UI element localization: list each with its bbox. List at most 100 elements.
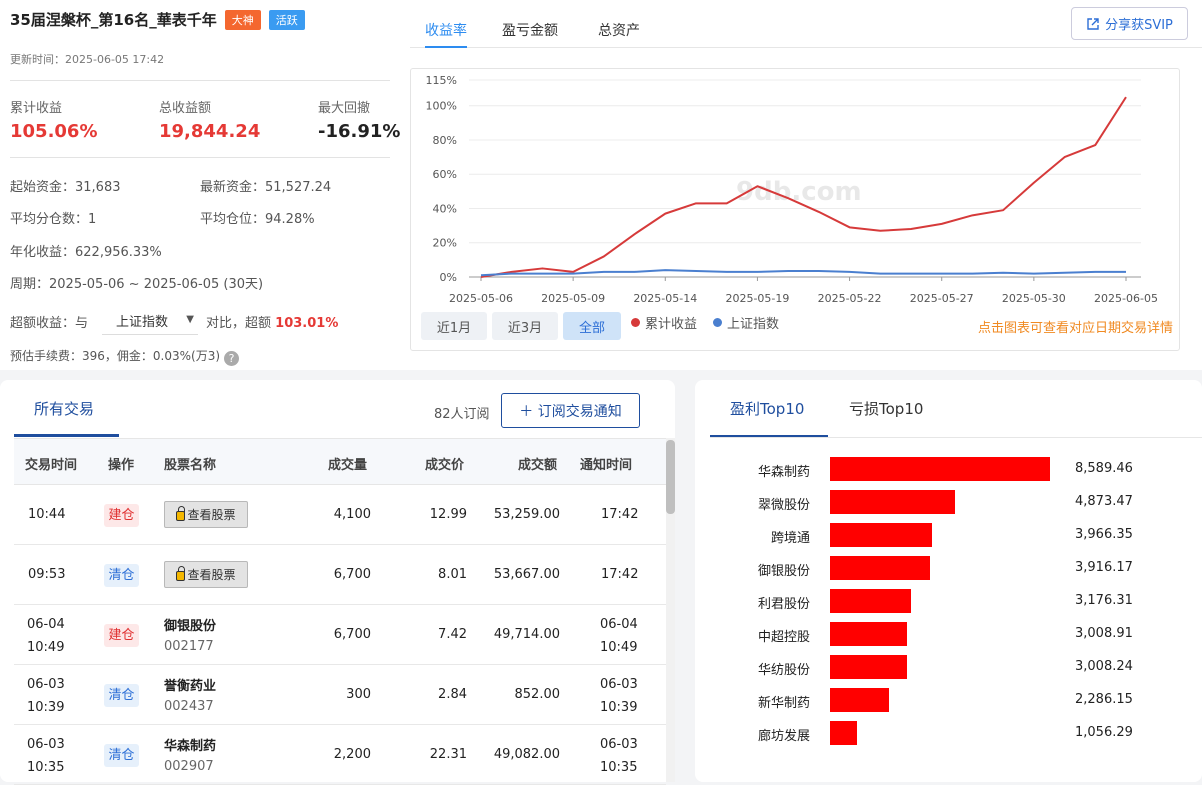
tab-underline <box>14 434 119 437</box>
bar-value: 2,286.15 <box>1075 692 1133 707</box>
range-1m-button[interactable]: 近1月 <box>421 312 487 340</box>
bar-label: 华森制药 <box>758 461 810 480</box>
col-volume: 成交量 <box>328 454 367 473</box>
x-tick-label: 2025-05-30 <box>1002 292 1066 305</box>
stock-name[interactable]: 御银股份 <box>164 615 216 634</box>
bar[interactable] <box>830 589 911 613</box>
y-tick-label: 60% <box>433 168 457 181</box>
bar[interactable] <box>830 457 1050 481</box>
trade-price: 2.84 <box>438 687 467 702</box>
stock-code: 002907 <box>164 759 214 774</box>
bar[interactable] <box>830 721 857 745</box>
top10-bar-row[interactable]: 利君股份 3,176.31 <box>710 589 1190 615</box>
table-row[interactable]: 06-0410:49建仓御银股份0021776,7007.4249,714.00… <box>14 605 666 665</box>
trade-volume: 4,100 <box>334 507 371 522</box>
share-button[interactable]: 分享获SVIP <box>1071 7 1188 40</box>
line-chart-svg[interactable]: 9db.com0%20%40%60%80%100%115%2025-05-062… <box>411 69 1181 309</box>
share-label: 分享获SVIP <box>1105 14 1173 33</box>
subscribe-button[interactable]: ＋ 订阅交易通知 <box>501 393 640 428</box>
bar-label: 新华制药 <box>758 692 810 711</box>
divider <box>710 437 1202 438</box>
divider <box>10 80 390 81</box>
x-tick-label: 2025-05-09 <box>541 292 605 305</box>
bar[interactable] <box>830 490 955 514</box>
view-stock-button[interactable]: 查看股票 <box>164 501 248 528</box>
bar[interactable] <box>830 655 907 679</box>
bar-label: 御银股份 <box>758 560 810 579</box>
bar[interactable] <box>830 688 889 712</box>
benchmark-select[interactable]: 上证指数 ▼ <box>102 307 198 335</box>
trade-price: 12.99 <box>430 507 467 522</box>
table-row[interactable]: 06-0310:35清仓华森制药0029072,20022.3149,082.0… <box>14 725 666 785</box>
col-trade-time: 交易时间 <box>25 454 77 473</box>
badge-master: 大神 <box>225 10 261 30</box>
scrollbar[interactable] <box>666 438 675 782</box>
title-row: 35届涅槃杯_第16名_華表千年 大神 活跃 <box>10 9 305 30</box>
trade-amount: 852.00 <box>515 687 561 702</box>
top10-bar-row[interactable]: 华纺股份3,008.24 <box>710 655 1190 681</box>
stock-code: 002437 <box>164 699 214 714</box>
tab-return-rate[interactable]: 收益率 <box>425 20 467 48</box>
bar[interactable] <box>830 523 932 547</box>
update-time: 更新时间：2025-06-05 17:42 <box>10 51 164 67</box>
col-stock-name: 股票名称 <box>164 454 216 473</box>
bar-label: 跨境通 <box>771 527 810 546</box>
legend-cum-return[interactable]: 累计收益 <box>631 313 697 332</box>
top10-bar-row[interactable]: 新华制药 2,286.15 <box>710 688 1190 714</box>
trade-volume: 300 <box>346 687 371 702</box>
top10-bar-row[interactable]: 廊坊发展1,056.29 <box>710 721 1190 747</box>
trade-price: 8.01 <box>438 567 467 582</box>
view-stock-button[interactable]: 查看股票 <box>164 561 248 588</box>
trade-volume: 6,700 <box>334 567 371 582</box>
col-operation: 操作 <box>108 454 134 473</box>
top10-bar-row[interactable]: 御银股份 3,916.17 <box>710 556 1190 582</box>
tab-profit-amount[interactable]: 盈亏金额 <box>502 20 558 48</box>
col-amount: 成交额 <box>518 454 557 473</box>
tab-all-trades[interactable]: 所有交易 <box>34 398 94 419</box>
y-tick-label: 115% <box>426 74 457 87</box>
bar-value: 3,916.17 <box>1075 560 1133 575</box>
legend-dot-icon <box>713 318 722 327</box>
fee-text: 预估手续费：396，佣金：0.03%(万3) <box>10 349 220 363</box>
top10-bar-row[interactable]: 翠微股份4,873.47 <box>710 490 1190 516</box>
excess-value: 103.01% <box>275 316 338 331</box>
tab-profit-top10[interactable]: 盈利Top10 <box>730 398 804 419</box>
trade-volume: 2,200 <box>334 747 371 762</box>
top10-bar-row[interactable]: 中超控股3,008.91 <box>710 622 1190 648</box>
x-tick-label: 2025-05-27 <box>910 292 974 305</box>
bar[interactable] <box>830 622 907 646</box>
bar-value: 3,008.24 <box>1075 659 1133 674</box>
legend-label: 上证指数 <box>727 313 779 332</box>
bar-label: 利君股份 <box>758 593 810 612</box>
range-3m-button[interactable]: 近3月 <box>492 312 558 340</box>
operation-badge: 清仓 <box>104 564 139 587</box>
return-chart[interactable]: 9db.com0%20%40%60%80%100%115%2025-05-062… <box>410 68 1180 351</box>
stock-name[interactable]: 华森制药 <box>164 735 216 754</box>
start-capital: 起始资金：31,683 <box>10 176 121 195</box>
legend-index[interactable]: 上证指数 <box>713 313 779 332</box>
range-all-button[interactable]: 全部 <box>563 312 621 340</box>
scrollbar-thumb[interactable] <box>666 440 675 514</box>
bar-value: 3,176.31 <box>1075 593 1133 608</box>
avg-split: 平均分仓数：1 <box>10 208 96 227</box>
trade-amount: 49,082.00 <box>494 747 560 762</box>
benchmark-select-value: 上证指数 <box>116 315 168 330</box>
table-row[interactable]: 10:44建仓查看股票4,10012.9953,259.0017:42 <box>14 485 666 545</box>
table-row[interactable]: 06-0310:39清仓誉衡药业0024373002.84852.0006-03… <box>14 665 666 725</box>
tab-total-assets[interactable]: 总资产 <box>598 20 640 48</box>
bar[interactable] <box>830 556 930 580</box>
col-price: 成交价 <box>425 454 464 473</box>
x-tick-label: 2025-06-05 <box>1094 292 1158 305</box>
top10-bar-row[interactable]: 华森制药8,589.46 <box>710 457 1190 483</box>
tab-loss-top10[interactable]: 亏损Top10 <box>849 398 923 419</box>
stock-name[interactable]: 誉衡药业 <box>164 675 216 694</box>
bar-value: 1,056.29 <box>1075 725 1133 740</box>
table-row[interactable]: 09:53清仓查看股票6,7008.0153,667.0017:42 <box>14 545 666 605</box>
top10-bar-row[interactable]: 跨境通3,966.35 <box>710 523 1190 549</box>
notify-time: 10:35 <box>600 760 637 775</box>
stat-label-max-drawdown: 最大回撤 <box>318 97 370 116</box>
help-icon[interactable]: ? <box>224 351 239 366</box>
fee-info: 预估手续费：396，佣金：0.03%(万3)? <box>10 347 239 366</box>
legend-dot-icon <box>631 318 640 327</box>
lock-icon <box>176 571 185 581</box>
